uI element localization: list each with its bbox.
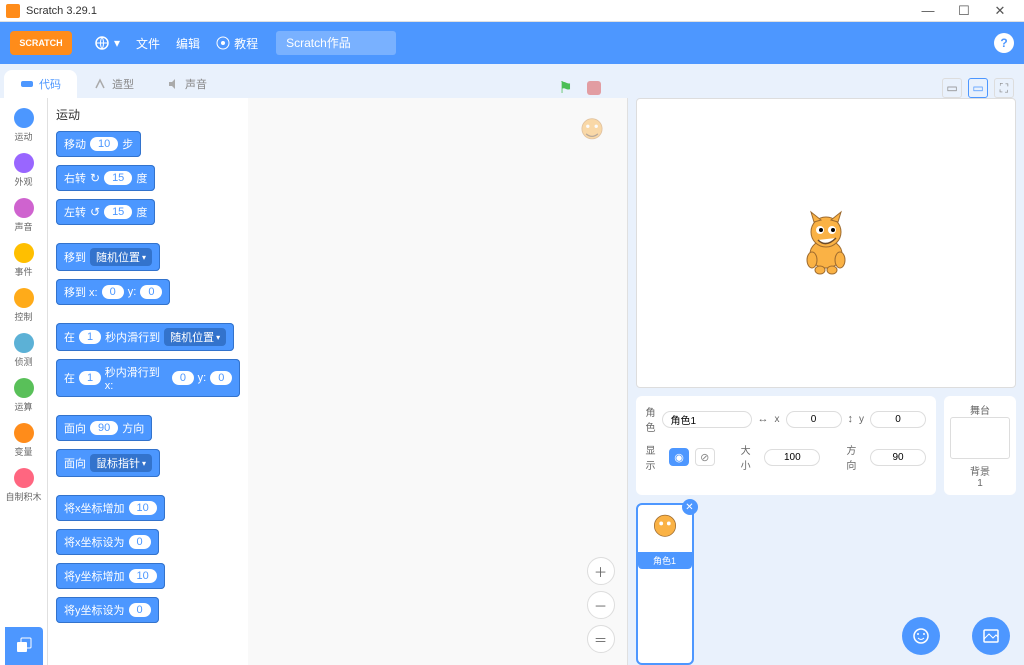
stage-large-button[interactable]: ▭: [968, 78, 988, 98]
minimize-button[interactable]: —: [910, 1, 946, 21]
language-menu[interactable]: ▾: [94, 35, 120, 51]
scratch-logo[interactable]: SCRATCH: [10, 31, 72, 55]
tutorials-menu[interactable]: 教程: [216, 35, 258, 52]
script-workspace[interactable]: ＋ － ＝: [248, 98, 627, 665]
edit-menu[interactable]: 编辑: [176, 35, 200, 52]
add-sprite-button[interactable]: [902, 617, 940, 655]
maximize-button[interactable]: ☐: [946, 1, 982, 21]
sprite-direction-input[interactable]: [870, 449, 926, 466]
tab-costumes[interactable]: 造型: [77, 70, 150, 98]
stop-icon[interactable]: [587, 81, 601, 95]
block-goto-xy[interactable]: 移到 x:0y:0: [56, 279, 170, 305]
tab-code[interactable]: 代码: [4, 70, 77, 98]
cat-sensing[interactable]: 侦测: [0, 329, 47, 372]
sprite-size-input[interactable]: [764, 449, 820, 466]
app-icon: [6, 4, 20, 18]
menu-bar: SCRATCH ▾ 文件 编辑 教程 ?: [0, 22, 1024, 64]
window-titlebar: Scratch 3.29.1 — ☐ ✕: [0, 0, 1024, 22]
sprite-x-input[interactable]: [786, 411, 842, 428]
project-name-input[interactable]: [276, 31, 396, 55]
close-button[interactable]: ✕: [982, 1, 1018, 21]
block-glide-xy[interactable]: 在1秒内滑行到 x:0y:0: [56, 359, 240, 397]
block-palette: 运动 移动10步 右转↻15度 左转↺15度 移到随机位置 移到 x:0y:0 …: [48, 98, 248, 665]
sprite-info-panel: 角色 ↔x ↕y 显示 ◉ ⊘ 大小 方向: [636, 396, 937, 495]
show-sprite-button[interactable]: ◉: [669, 448, 689, 466]
block-change-y[interactable]: 将y坐标增加10: [56, 563, 165, 589]
zoom-out-button[interactable]: －: [587, 591, 615, 619]
sprite-cat-icon: [796, 210, 856, 276]
sprite-list: ✕ 角色1: [628, 503, 1024, 665]
add-backdrop-button[interactable]: [972, 617, 1010, 655]
green-flag-icon[interactable]: ⚑: [558, 78, 572, 98]
cat-operators[interactable]: 运算: [0, 374, 47, 417]
block-goto[interactable]: 移到随机位置: [56, 243, 160, 271]
block-change-x[interactable]: 将x坐标增加10: [56, 495, 165, 521]
stage-selector[interactable]: 舞台 背景 1: [944, 396, 1016, 495]
sprite-y-input[interactable]: [870, 411, 926, 428]
file-menu[interactable]: 文件: [136, 35, 160, 52]
block-point-to[interactable]: 面向鼠标指针: [56, 449, 160, 477]
fullscreen-button[interactable]: ⛶: [994, 78, 1014, 98]
block-glide[interactable]: 在1秒内滑行到随机位置: [56, 323, 234, 351]
tab-sounds[interactable]: 声音: [150, 70, 223, 98]
main-area: 运动 外观 声音 事件 控制 侦测 运算 变量 自制积木 运动 移动10步 右转…: [0, 98, 1024, 665]
editor-tabs: 代码 造型 声音 ⚑ ▭ ▭ ⛶: [0, 64, 1024, 98]
stage-small-button[interactable]: ▭: [942, 78, 962, 98]
cat-motion[interactable]: 运动: [0, 104, 47, 147]
zoom-in-button[interactable]: ＋: [587, 557, 615, 585]
workspace-sprite-thumb: [571, 112, 613, 154]
tutorials-label: 教程: [234, 35, 258, 52]
cat-myblocks[interactable]: 自制积木: [0, 464, 47, 507]
delete-sprite-icon[interactable]: ✕: [682, 499, 698, 515]
hide-sprite-button[interactable]: ⊘: [695, 448, 715, 466]
cat-looks[interactable]: 外观: [0, 149, 47, 192]
block-move[interactable]: 移动10步: [56, 131, 141, 157]
cat-events[interactable]: 事件: [0, 239, 47, 282]
sprite-card[interactable]: ✕ 角色1: [636, 503, 694, 665]
zoom-reset-button[interactable]: ＝: [587, 625, 615, 653]
block-set-y[interactable]: 将y坐标设为0: [56, 597, 159, 623]
sprite-name-input[interactable]: [662, 411, 752, 428]
cat-control[interactable]: 控制: [0, 284, 47, 327]
cat-variables[interactable]: 变量: [0, 419, 47, 462]
block-categories: 运动 外观 声音 事件 控制 侦测 运算 变量 自制积木: [0, 98, 48, 665]
help-icon[interactable]: ?: [994, 33, 1014, 53]
stage-thumbnail: [950, 417, 1010, 459]
cat-sound[interactable]: 声音: [0, 194, 47, 237]
window-title: Scratch 3.29.1: [26, 5, 910, 17]
block-turn-right[interactable]: 右转↻15度: [56, 165, 155, 191]
palette-heading: 运动: [56, 106, 240, 123]
block-set-x[interactable]: 将x坐标设为0: [56, 529, 159, 555]
block-turn-left[interactable]: 左转↺15度: [56, 199, 155, 225]
extension-button[interactable]: [5, 627, 43, 665]
stage[interactable]: [636, 98, 1017, 388]
block-point-dir[interactable]: 面向90方向: [56, 415, 152, 441]
